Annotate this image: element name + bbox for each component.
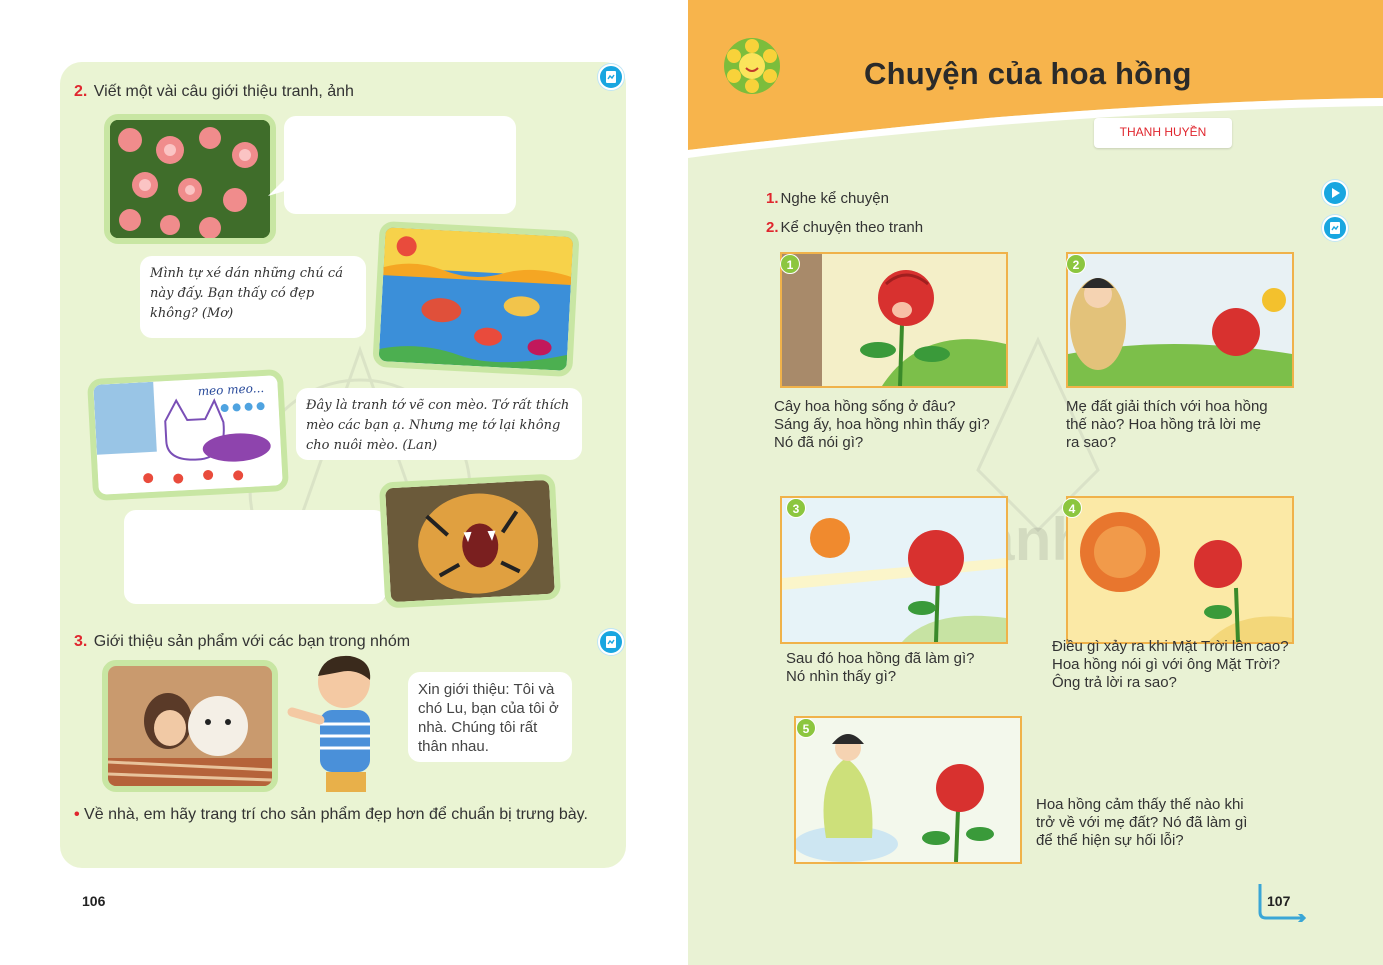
homework-note: • Về nhà, em hãy trang trí cho sản phẩm … bbox=[74, 804, 594, 825]
picture-4-question-3: Ông trả lời ra sao? bbox=[1052, 674, 1177, 691]
picture-2-question-3: ra sao? bbox=[1066, 434, 1117, 451]
fish-bubble-text: Mình tự xé dán những chú cá này đấy. Bạn… bbox=[150, 266, 343, 321]
activity-icon[interactable] bbox=[598, 64, 624, 90]
picture-3-question-1: Sau đó hoa hồng đã làm gì? bbox=[786, 650, 975, 667]
item-2-number: 2. bbox=[766, 219, 779, 236]
child-dog-photo bbox=[102, 660, 278, 792]
section-3-title: 3. Giới thiệu sản phẩm với các bạn trong… bbox=[74, 633, 410, 651]
section-3-text: Giới thiệu sản phẩm với các bạn trong nh… bbox=[93, 633, 411, 650]
cat-bubble-text: Đây là tranh tớ vẽ con mèo. Tớ rất thích… bbox=[306, 398, 570, 453]
item-1-number: 1. bbox=[766, 190, 779, 207]
image-activity-icon[interactable] bbox=[1322, 215, 1348, 241]
fish-speech-bubble: Mình tự xé dán những chú cá này đấy. Bạn… bbox=[140, 256, 366, 338]
picture-1-number: 1 bbox=[780, 254, 800, 274]
picture-2-question-2: thế nào? Hoa hồng trả lời mẹ bbox=[1066, 416, 1261, 433]
picture-5-questions: Hoa hồng cảm thấy thế nào khi trở về với… bbox=[1036, 796, 1247, 850]
item-1-text: Nghe kể chuyện bbox=[780, 190, 889, 207]
play-audio-icon[interactable] bbox=[1322, 180, 1348, 206]
story-picture-3 bbox=[780, 496, 1008, 644]
picture-2-question-1: Mẹ đất giải thích với hoa hồng bbox=[1066, 398, 1268, 415]
roses-photo bbox=[104, 114, 276, 244]
picture-1-question-2: Sáng ấy, hoa hồng nhìn thấy gì? bbox=[774, 416, 990, 433]
empty-answer-bubble-2[interactable] bbox=[124, 510, 386, 604]
story-title: Chuyện của hoa hồng bbox=[864, 56, 1192, 91]
picture-3-question-2: Nó nhìn thấy gì? bbox=[786, 668, 897, 685]
section-2-number: 2. bbox=[74, 83, 88, 100]
boy-illustration bbox=[287, 655, 371, 792]
picture-4-questions: Điều gì xảy ra khi Mặt Trời lên cao? Hoa… bbox=[1052, 638, 1289, 692]
story-picture-4 bbox=[1066, 496, 1294, 644]
cat-speech-bubble: Đây là tranh tớ vẽ con mèo. Tớ rất thích… bbox=[296, 388, 582, 460]
picture-5-number: 5 bbox=[796, 718, 816, 738]
picture-2-number: 2 bbox=[1066, 254, 1086, 274]
bullet-dot: • bbox=[74, 806, 85, 823]
picture-4-question-1: Điều gì xảy ra khi Mặt Trời lên cao? bbox=[1052, 638, 1289, 655]
picture-3-questions: Sau đó hoa hồng đã làm gì? Nó nhìn thấy … bbox=[786, 650, 974, 686]
picture-5-question-2: trở về với mẹ đất? Nó đã làm gì bbox=[1036, 814, 1248, 831]
page-number-right: 107 bbox=[1267, 893, 1291, 909]
page-number-left: 106 bbox=[82, 893, 106, 909]
homework-text: Về nhà, em hãy trang trí cho sản phẩm đẹ… bbox=[84, 806, 588, 823]
story-picture-5 bbox=[794, 716, 1022, 864]
activity-icon-2[interactable] bbox=[598, 629, 624, 655]
dog-speech-bubble: Xin giới thiệu: Tôi và chó Lu, bạn của t… bbox=[408, 672, 572, 762]
item-2-text: Kể chuyện theo tranh bbox=[780, 219, 924, 236]
sun-logo-icon bbox=[724, 38, 780, 94]
picture-1-question-1: Cây hoa hồng sống ở đâu? bbox=[774, 398, 956, 415]
picture-4-number: 4 bbox=[1062, 498, 1082, 518]
picture-5-question-1: Hoa hồng cảm thấy thế nào khi bbox=[1036, 796, 1244, 813]
picture-1-question-3: Nó đã nói gì? bbox=[774, 434, 864, 451]
picture-4-question-2: Hoa hồng nói gì với ông Mặt Trời? bbox=[1052, 656, 1281, 673]
picture-1-questions: Cây hoa hồng sống ở đâu? Sáng ấy, hoa hồ… bbox=[774, 398, 990, 452]
tiger-photo bbox=[378, 473, 562, 609]
story-picture-2 bbox=[1066, 252, 1294, 388]
item-retell: 2. Kể chuyện theo tranh bbox=[766, 219, 923, 236]
cat-drawing: meo meo... bbox=[86, 368, 290, 502]
bubble-tail-1 bbox=[268, 176, 288, 196]
picture-2-questions: Mẹ đất giải thích với hoa hồng thế nào? … bbox=[1066, 398, 1268, 452]
right-page: Chuyện của hoa hồng THANH HUYỀN 1. Nghe k… bbox=[688, 0, 1383, 965]
dog-bubble-text: Xin giới thiệu: Tôi và chó Lu, bạn của t… bbox=[418, 681, 559, 755]
picture-3-number: 3 bbox=[786, 498, 806, 518]
author-tag: THANH HUYỀN bbox=[1094, 118, 1232, 148]
section-2-title: 2. Viết một vài câu giới thiệu tranh, ản… bbox=[74, 83, 354, 101]
section-2-text: Viết một vài câu giới thiệu tranh, ảnh bbox=[93, 83, 354, 100]
fish-collage-picture bbox=[372, 220, 580, 378]
left-page: Cánh Di 2. Viết một vài câu giới thiệu t… bbox=[0, 0, 688, 965]
picture-5-question-3: để thể hiện sự hối lỗi? bbox=[1036, 832, 1184, 849]
story-picture-1 bbox=[780, 252, 1008, 388]
item-listen: 1. Nghe kể chuyện bbox=[766, 190, 889, 207]
empty-answer-bubble-1[interactable] bbox=[284, 116, 516, 214]
section-3-number: 3. bbox=[74, 633, 88, 650]
